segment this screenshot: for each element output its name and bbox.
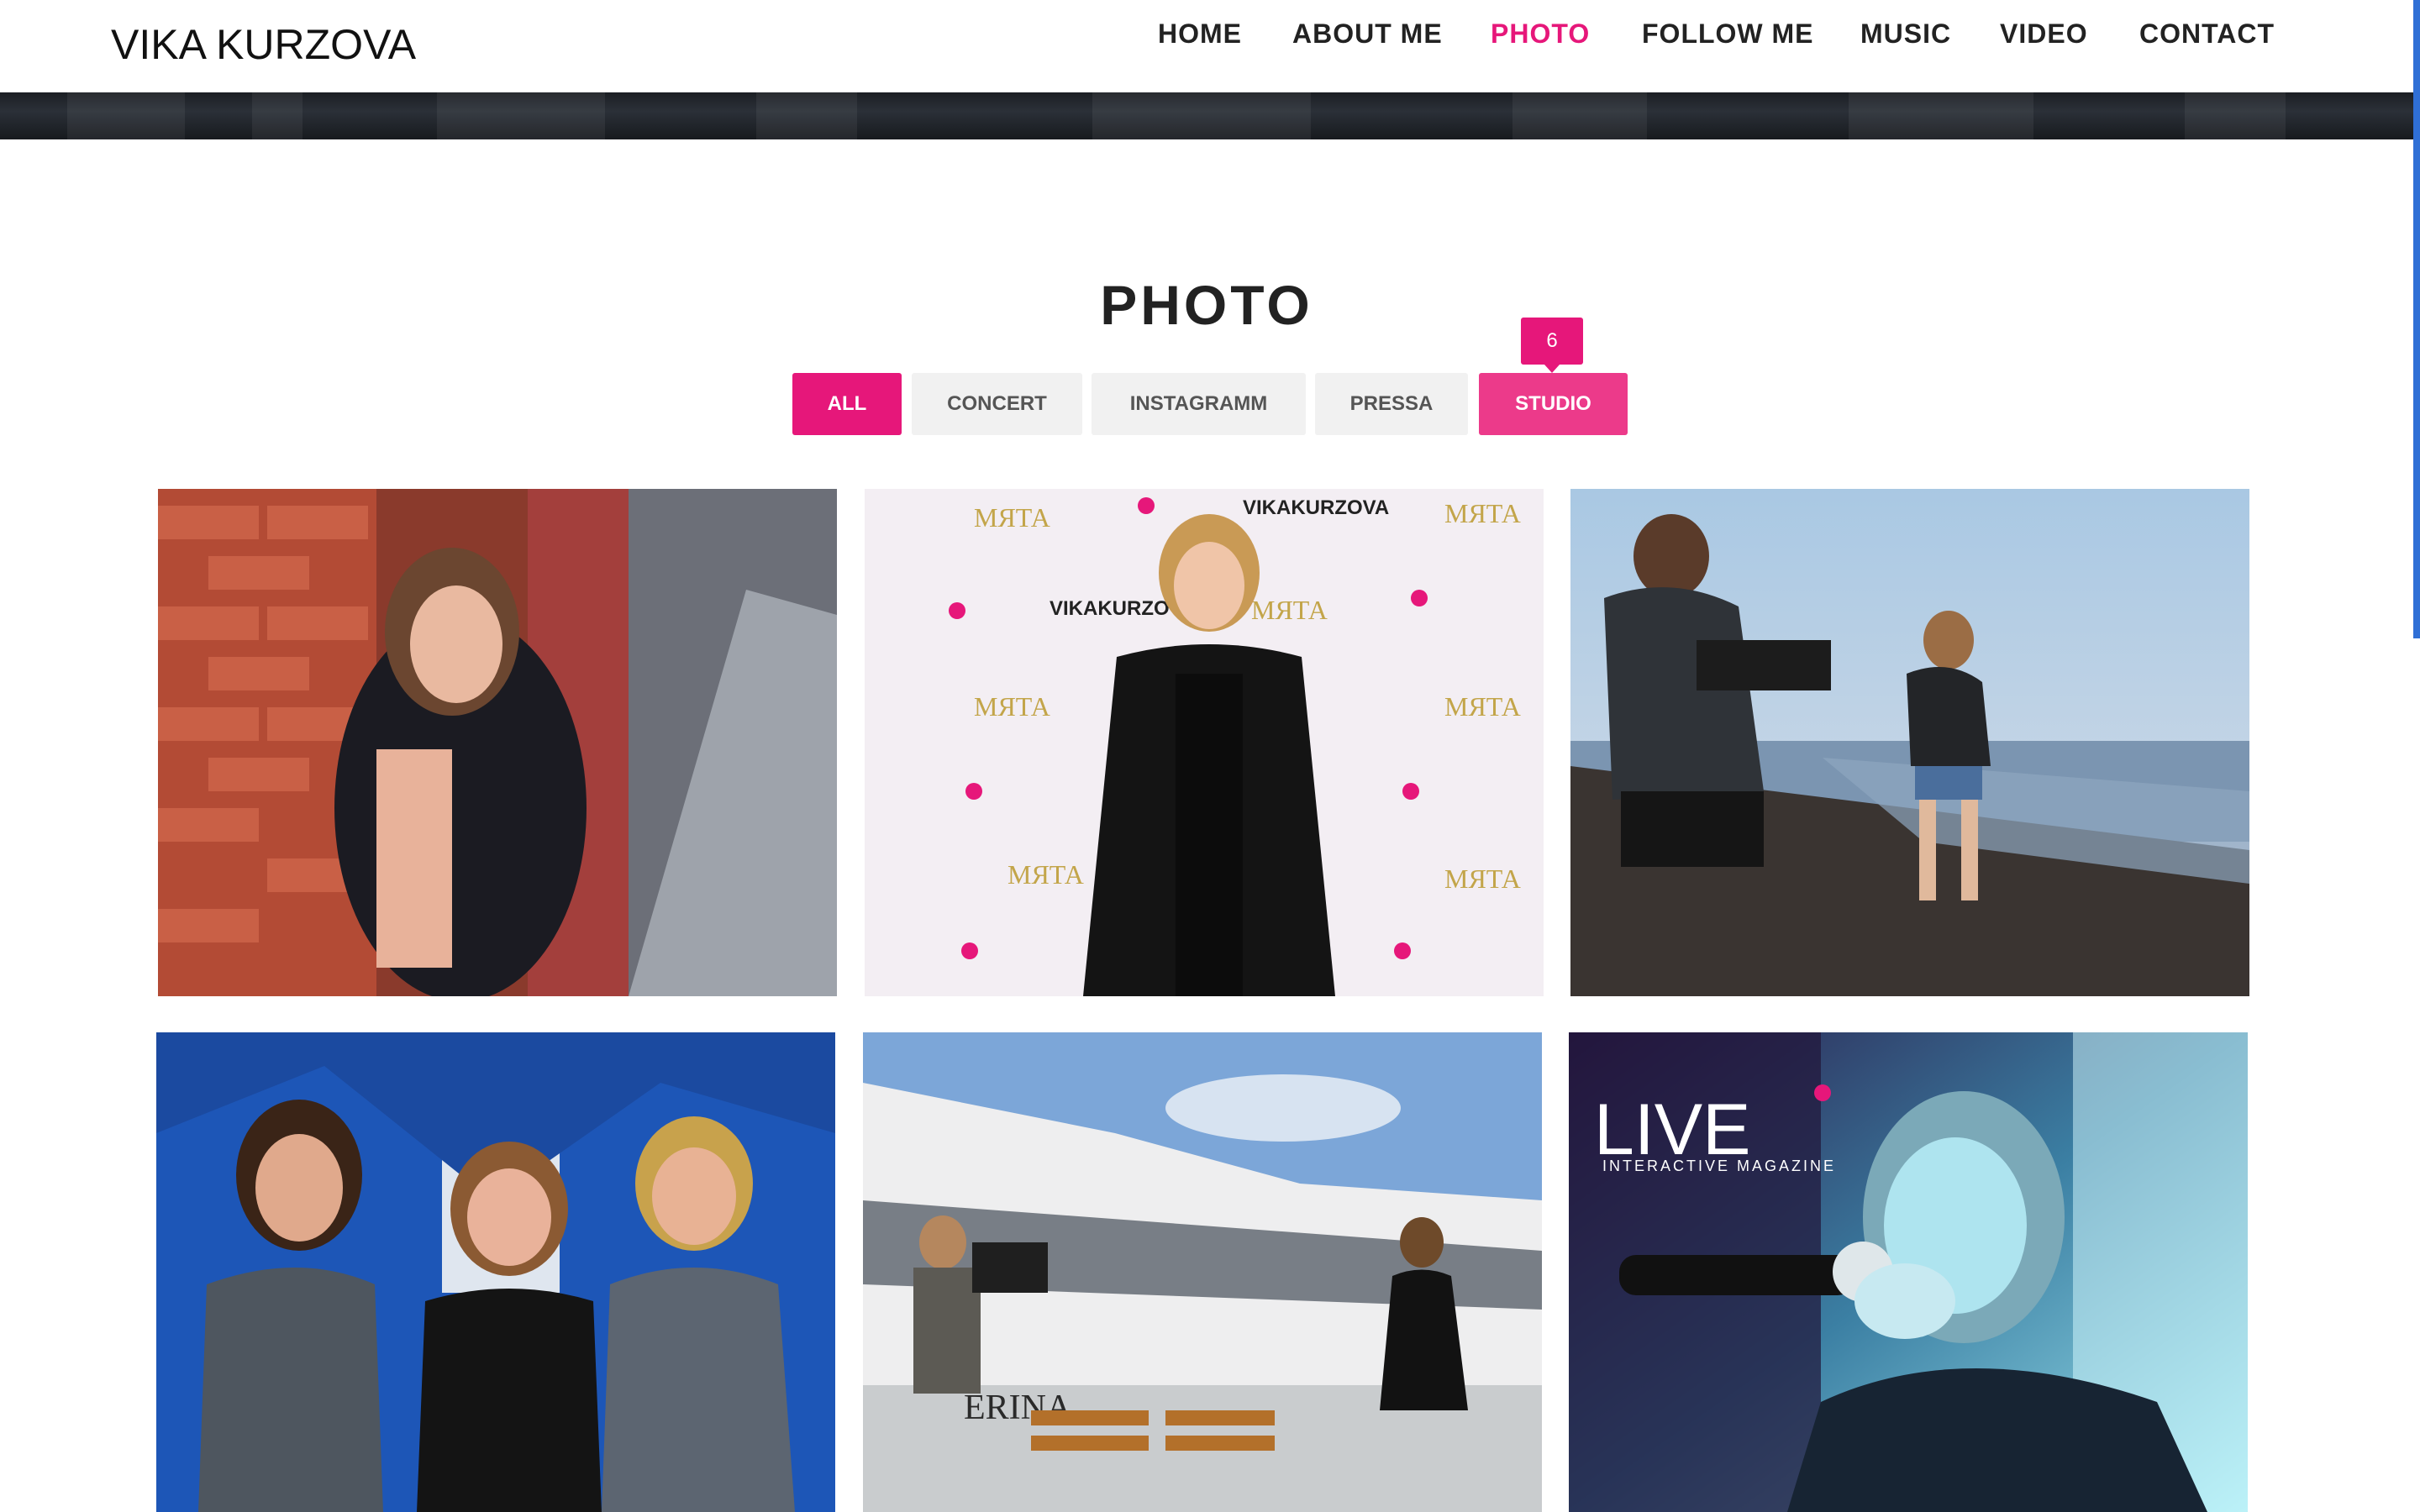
filter-all[interactable]: ALL bbox=[792, 373, 902, 435]
scrollbar-thumb[interactable] bbox=[2413, 0, 2420, 638]
section-title: PHOTO bbox=[1100, 274, 1313, 336]
nav-follow-me[interactable]: FOLLOW ME bbox=[1642, 18, 1814, 50]
photo-image bbox=[156, 1032, 835, 1512]
filter-count-tooltip: 6 bbox=[1521, 318, 1583, 373]
nav-photo[interactable]: PHOTO bbox=[1491, 18, 1590, 50]
main-nav: HOME ABOUT ME PHOTO FOLLOW ME MUSIC VIDE… bbox=[0, 18, 2413, 69]
svg-text:МЯТА: МЯТА bbox=[1444, 498, 1521, 528]
filter-studio[interactable]: STUDIO bbox=[1479, 373, 1628, 435]
nav-video[interactable]: VIDEO bbox=[2000, 18, 2088, 50]
gallery-photo-three-girls[interactable] bbox=[156, 1032, 835, 1512]
gallery-photo-yacht-shoot[interactable]: ERINA bbox=[863, 1032, 1542, 1512]
site-header: VIKA KURZOVA HOME ABOUT ME PHOTO FOLLOW … bbox=[0, 0, 2413, 92]
page-scrollbar[interactable] bbox=[2413, 0, 2420, 1512]
nav-music[interactable]: MUSIC bbox=[1860, 18, 1951, 50]
gallery-photo-press-wall[interactable]: МЯТА МЯТА МЯТА МЯТА МЯТА МЯТА МЯТА VIKAK… bbox=[865, 489, 1544, 996]
nav-home[interactable]: HOME bbox=[1158, 18, 1242, 50]
filter-instagramm[interactable]: INSTAGRAMM bbox=[1092, 373, 1306, 435]
filter-concert[interactable]: CONCERT bbox=[912, 373, 1082, 435]
svg-text:МЯТА: МЯТА bbox=[974, 691, 1050, 722]
nav-contact[interactable]: CONTACT bbox=[2139, 18, 2275, 50]
header-banner-image bbox=[0, 92, 2413, 139]
svg-text:МЯТА: МЯТА bbox=[1444, 691, 1521, 722]
photo-image bbox=[1570, 489, 2249, 996]
gallery-photo-beach-shoot[interactable] bbox=[1570, 489, 2249, 996]
photo-image: LIVE INTERACTIVE MAGAZINE bbox=[1569, 1032, 2248, 1512]
svg-text:МЯТА: МЯТА bbox=[1251, 595, 1328, 625]
photo-image: ERINA bbox=[863, 1032, 1542, 1512]
svg-text:INTERACTIVE MAGAZINE: INTERACTIVE MAGAZINE bbox=[1602, 1158, 1836, 1174]
svg-text:VIKAKURZOVA: VIKAKURZOVA bbox=[1243, 496, 1389, 519]
filter-pressa[interactable]: PRESSA bbox=[1315, 373, 1468, 435]
svg-text:МЯТА: МЯТА bbox=[1444, 864, 1521, 894]
photo-image bbox=[158, 489, 837, 996]
gallery-photo-brick-wall[interactable] bbox=[158, 489, 837, 996]
nav-about-me[interactable]: ABOUT ME bbox=[1292, 18, 1443, 50]
svg-text:МЯТА: МЯТА bbox=[1007, 859, 1084, 890]
svg-text:МЯТА: МЯТА bbox=[974, 502, 1050, 533]
photo-image: МЯТА МЯТА МЯТА МЯТА МЯТА МЯТА МЯТА VIKAK… bbox=[865, 489, 1544, 996]
gallery-photo-live-concert[interactable]: LIVE INTERACTIVE MAGAZINE bbox=[1569, 1032, 2248, 1512]
